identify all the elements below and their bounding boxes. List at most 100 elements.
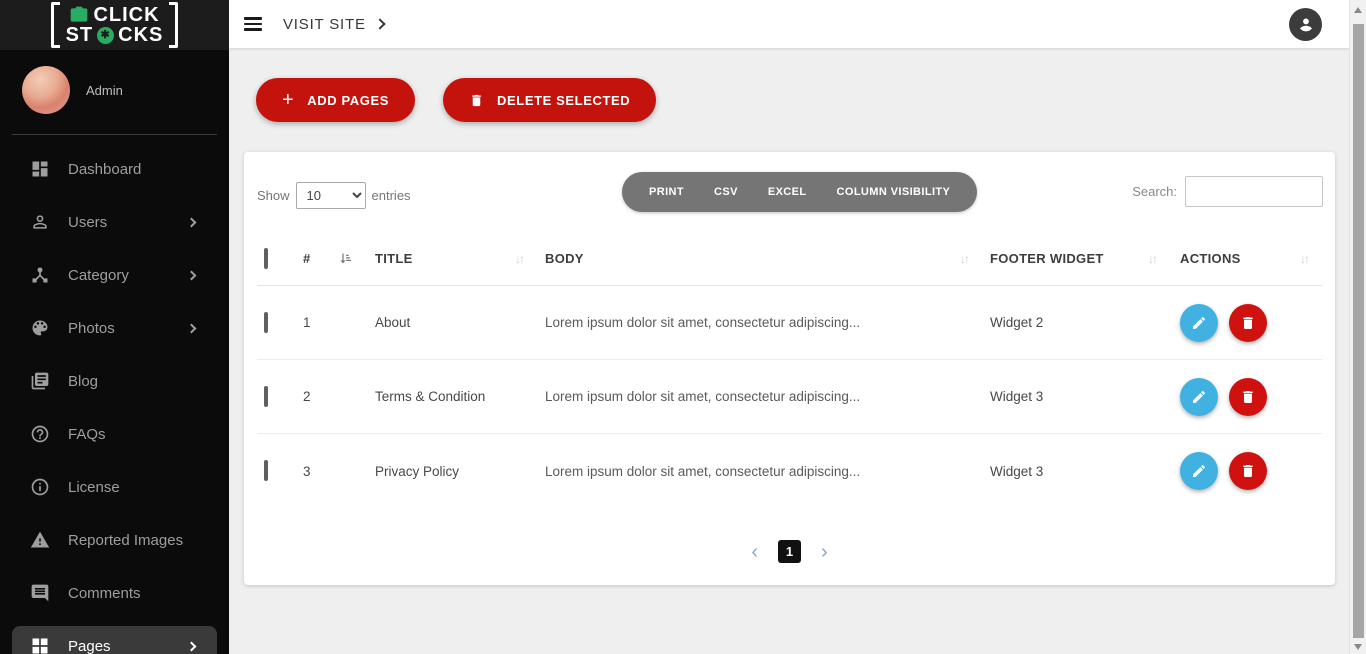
excel-button[interactable]: EXCEL (753, 172, 822, 212)
pagination: ‹ 1 › (244, 540, 1335, 563)
clickstocks-logo[interactable]: CLICK ST ✱ CKS (50, 2, 179, 48)
row-title: Privacy Policy (375, 463, 460, 479)
chevron-right-icon (374, 18, 386, 30)
delete-button[interactable] (1229, 452, 1267, 490)
pencil-icon (1193, 316, 1206, 329)
row-checkbox[interactable] (264, 460, 268, 481)
blog-icon (30, 371, 50, 391)
entries-label: entries (371, 188, 411, 203)
sort-active-icon (338, 251, 367, 266)
plus-icon: + (282, 89, 295, 111)
print-button[interactable]: PRINT (634, 172, 699, 212)
sidebar-item-blog[interactable]: Blog (0, 361, 229, 401)
pagination-next-icon[interactable]: › (817, 542, 832, 562)
pages-table: # TITLE ↓↑ BODY ↓↑ FOOTER WIDGET ↓↑ ACTI… (257, 232, 1322, 508)
scrollbar-thumb[interactable] (1353, 24, 1364, 638)
row-title: Terms & Condition (375, 389, 486, 404)
hamburger-menu-icon[interactable] (244, 14, 262, 34)
row-checkbox[interactable] (264, 311, 268, 333)
row-footer-widget: Widget 3 (990, 389, 1044, 404)
row-number: 1 (303, 315, 311, 330)
delete-selected-button[interactable]: DELETE SELECTED (443, 78, 657, 122)
row-number: 2 (303, 389, 311, 404)
sort-icon: ↓↑ (960, 251, 970, 266)
aperture-icon: ✱ (97, 26, 115, 44)
vertical-scrollbar[interactable] (1349, 0, 1366, 654)
table-search: Search: (1132, 176, 1323, 207)
csv-button[interactable]: CSV (699, 172, 753, 212)
main-content: + ADD PAGES DELETE SELECTED Show 10 entr… (229, 48, 1366, 654)
delete-button[interactable] (1229, 377, 1267, 416)
pagination-prev-icon[interactable]: ‹ (747, 542, 762, 562)
table-row: 1 About Lorem ipsum dolor sit amet, cons… (257, 286, 1322, 360)
sidebar-item-photos[interactable]: Photos (0, 308, 229, 348)
sidebar-item-users[interactable]: Users (0, 202, 229, 242)
header-footer-widget[interactable]: FOOTER WIDGET ↓↑ (982, 251, 1170, 266)
sidebar-item-comments[interactable]: Comments (0, 573, 229, 613)
logo-area: CLICK ST ✱ CKS (0, 0, 229, 50)
sidebar: CLICK ST ✱ CKS Admin Dashboard Users Cat… (0, 0, 229, 654)
trash-icon (1243, 316, 1253, 329)
row-number: 3 (303, 463, 311, 479)
logo-word-cks: CKS (118, 24, 164, 46)
page-actions: + ADD PAGES DELETE SELECTED (256, 78, 657, 122)
select-all-checkbox[interactable] (264, 247, 268, 269)
edit-button[interactable] (1180, 303, 1218, 342)
sidebar-menu: Dashboard Users Category Photos Blog FAQ… (0, 135, 229, 654)
header-num[interactable]: # (295, 251, 367, 266)
logo-bracket-left (50, 2, 60, 48)
page-length-select[interactable]: 10 (295, 182, 366, 209)
sidebar-item-reported-images[interactable]: Reported Images (0, 520, 229, 560)
pages-table-card: Show 10 entries PRINT CSV EXCEL COLUMN V… (244, 152, 1335, 585)
pencil-icon (1193, 464, 1206, 477)
user-icon (30, 212, 50, 232)
sidebar-item-category[interactable]: Category (0, 255, 229, 295)
row-footer-widget: Widget 3 (990, 463, 1044, 479)
pages-icon (30, 636, 50, 654)
table-row: 2 Terms & Condition Lorem ipsum dolor si… (257, 360, 1322, 434)
scroll-down-arrow-icon[interactable] (1354, 644, 1362, 650)
header-actions[interactable]: ACTIONS ↓↑ (1170, 251, 1322, 266)
search-label: Search: (1132, 184, 1177, 199)
row-checkbox[interactable] (264, 385, 268, 407)
admin-name: Admin (86, 82, 123, 98)
row-body: Lorem ipsum dolor sit amet, consectetur … (545, 389, 861, 404)
sort-icon: ↓↑ (515, 251, 525, 266)
page-length-control: Show 10 entries (257, 182, 411, 209)
sidebar-item-faqs[interactable]: FAQs (0, 414, 229, 454)
column-visibility-button[interactable]: COLUMN VISIBILITY (822, 172, 966, 212)
account-avatar-button[interactable] (1289, 7, 1322, 41)
edit-button[interactable] (1180, 452, 1218, 490)
delete-button[interactable] (1229, 303, 1267, 342)
header-title[interactable]: TITLE ↓↑ (367, 251, 537, 266)
sort-icon: ↓↑ (1148, 251, 1158, 266)
sidebar-item-dashboard[interactable]: Dashboard (0, 149, 229, 189)
logo-word-click: CLICK (93, 4, 160, 26)
sort-icon: ↓↑ (1300, 251, 1310, 266)
sidebar-item-pages[interactable]: Pages (12, 626, 217, 654)
admin-avatar[interactable] (22, 66, 70, 114)
chevron-right-icon (186, 323, 197, 333)
row-title: About (375, 315, 411, 330)
add-pages-button[interactable]: + ADD PAGES (256, 78, 416, 122)
edit-button[interactable] (1180, 377, 1218, 416)
sidebar-item-license[interactable]: License (0, 467, 229, 507)
chevron-right-icon (186, 270, 197, 280)
chevron-right-icon (186, 641, 197, 651)
header-body[interactable]: BODY ↓↑ (537, 251, 982, 266)
chevron-right-icon (186, 217, 197, 227)
help-icon (30, 424, 50, 444)
topbar: VISIT SITE (229, 0, 1366, 48)
search-input[interactable] (1185, 176, 1323, 207)
table-header-row: # TITLE ↓↑ BODY ↓↑ FOOTER WIDGET ↓↑ ACTI… (257, 232, 1322, 286)
pagination-page-1[interactable]: 1 (778, 540, 801, 563)
person-icon (1299, 18, 1312, 32)
trash-icon (1243, 390, 1253, 403)
scroll-up-arrow-icon[interactable] (1354, 7, 1362, 13)
row-body: Lorem ipsum dolor sit amet, consectetur … (545, 463, 861, 479)
visit-site-link[interactable]: VISIT SITE (283, 16, 386, 33)
row-body: Lorem ipsum dolor sit amet, consectetur … (545, 315, 861, 330)
logo-bracket-right (169, 2, 179, 48)
table-row: 3 Privacy Policy Lorem ipsum dolor sit a… (257, 434, 1322, 508)
trash-icon (472, 94, 481, 106)
